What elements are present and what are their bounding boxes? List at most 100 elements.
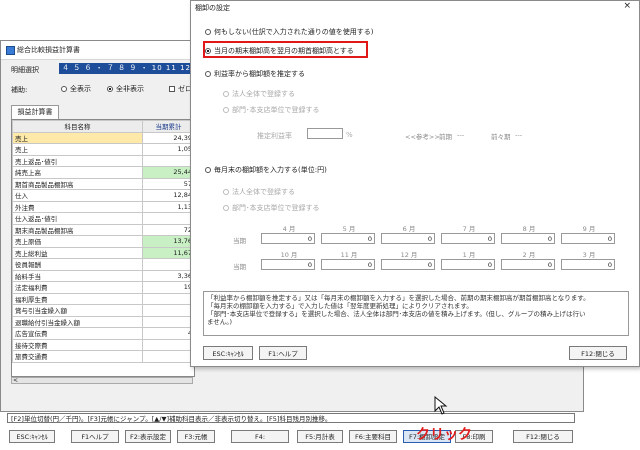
amount-cell[interactable]: 3,36 <box>142 269 194 282</box>
account-name-cell[interactable]: 賞与引当金繰入額 <box>12 304 143 317</box>
table-row[interactable]: 接待交際費 <box>12 338 194 351</box>
option-rate-radio[interactable]: 利益率から棚卸額を推定する <box>205 69 305 79</box>
month-value-input[interactable]: 0 <box>321 259 375 270</box>
account-name-cell[interactable]: 福利厚生費 <box>12 292 143 305</box>
month-value-input[interactable]: 0 <box>321 233 375 244</box>
dialog-esc-button[interactable]: ESC:ｷｬﾝｾﾙ <box>203 346 253 360</box>
account-name-cell[interactable]: 純売上高 <box>12 166 143 179</box>
month-value-input[interactable]: 0 <box>381 233 435 244</box>
amount-cell[interactable]: 19 <box>142 281 194 294</box>
account-name-cell[interactable]: 給料手当 <box>12 269 143 282</box>
amount-cell[interactable]: 4 <box>142 327 194 340</box>
rate-corp-radio[interactable]: 法人全体で登録する <box>223 89 295 99</box>
amount-cell[interactable] <box>142 258 194 271</box>
f5-monthly-button[interactable]: F5:月計表 <box>297 430 343 443</box>
amount-cell[interactable] <box>142 350 194 363</box>
column-header-account[interactable]: 科目名称 <box>12 120 143 133</box>
table-row[interactable]: 売上返品･値引 <box>12 154 194 167</box>
account-name-cell[interactable]: 接待交際費 <box>12 338 143 351</box>
amount-cell[interactable] <box>142 292 194 305</box>
amount-cell[interactable] <box>142 315 194 328</box>
table-row[interactable]: 期首商品製品棚卸高 57 <box>12 177 194 190</box>
table-row[interactable]: 給料手当 3,36 <box>12 269 194 282</box>
month-value-input[interactable]: 0 <box>381 259 435 270</box>
table-row[interactable]: 旅費交通費 <box>12 350 194 363</box>
account-name-cell[interactable]: 法定福利費 <box>12 281 143 294</box>
amount-cell[interactable]: 12,84 <box>142 189 194 202</box>
dialog-close-button[interactable]: F12:閉じる <box>569 346 627 360</box>
table-row[interactable]: 売上 24,39 <box>12 131 194 144</box>
scroll-left-icon[interactable]: < <box>13 377 18 384</box>
period-selector[interactable]: ４ ５ ６ ・ ７ ８ ９ ・ 10 11 12 ・ 1 <box>59 63 194 74</box>
table-row[interactable]: 外注費 1,13 <box>12 200 194 213</box>
table-row[interactable]: 法定福利費 19 <box>12 281 194 294</box>
account-name-cell[interactable]: 売上原価 <box>12 235 143 248</box>
table-row[interactable]: 売上総利益 11,67 <box>12 246 194 259</box>
table-row[interactable]: 退職給付引当金繰入額 <box>12 315 194 328</box>
account-name-cell[interactable]: 売上総利益 <box>12 246 143 259</box>
account-name-cell[interactable]: 仕入返品･値引 <box>12 212 143 225</box>
monthly-branch-radio[interactable]: 部門･本支店単位で登録する <box>223 203 320 213</box>
monthly-corp-radio[interactable]: 法人全体で登録する <box>223 187 295 197</box>
zero-checkbox[interactable]: ゼロ <box>169 84 192 94</box>
option-none-radio[interactable]: 何もしない(仕訳で入力された通りの値を使用する) <box>205 27 373 37</box>
option-prev-month-radio[interactable]: 当月の期末棚卸高を翌月の期首棚卸高とする <box>205 46 354 56</box>
amount-cell[interactable] <box>142 212 194 225</box>
table-row[interactable]: 期末商品製品棚卸高 72 <box>12 223 194 236</box>
tab-profit-loss[interactable]: 損益計算書 <box>11 105 59 119</box>
f1-help-button[interactable]: F1ヘルプ <box>71 430 119 443</box>
month-value-input[interactable]: 0 <box>441 259 495 270</box>
account-name-cell[interactable]: 旅費交通費 <box>12 350 143 363</box>
table-row[interactable]: 役員報酬 <box>12 258 194 271</box>
account-name-cell[interactable]: 売上 <box>12 143 143 156</box>
show-all-radio[interactable]: 全表示 <box>61 84 91 94</box>
amount-cell[interactable]: 72 <box>142 223 194 236</box>
table-row[interactable]: 賞与引当金繰入額 <box>12 304 194 317</box>
f2-display-settings-button[interactable]: F2:表示設定 <box>125 430 171 443</box>
amount-cell[interactable] <box>142 338 194 351</box>
month-value-input[interactable]: 0 <box>261 233 315 244</box>
month-value-input[interactable]: 0 <box>501 233 555 244</box>
amount-cell[interactable]: 1,13 <box>142 200 194 213</box>
f6-main-accounts-button[interactable]: F6:主要科目 <box>349 430 397 443</box>
column-header-current[interactable]: 当期累計 <box>142 120 194 133</box>
amount-cell[interactable]: 1,05 <box>142 143 194 156</box>
amount-cell[interactable]: 57 <box>142 177 194 190</box>
table-row[interactable]: 売上原価 13,76 <box>12 235 194 248</box>
account-name-cell[interactable]: 役員報酬 <box>12 258 143 271</box>
table-row[interactable]: 福利厚生費 <box>12 292 194 305</box>
table-row[interactable]: 広告宣伝費4 <box>12 327 194 340</box>
table-row[interactable]: 仕入 12,84 <box>12 189 194 202</box>
month-value-input[interactable]: 0 <box>561 259 615 270</box>
rate-input[interactable] <box>307 128 343 139</box>
f4-button[interactable]: F4: <box>231 430 289 443</box>
table-row[interactable]: 純売上高 25,44 <box>12 166 194 179</box>
account-name-cell[interactable]: 売上返品･値引 <box>12 154 143 167</box>
month-value-input[interactable]: 0 <box>261 259 315 270</box>
amount-cell[interactable]: 13,76 <box>142 235 194 248</box>
month-value-input[interactable]: 0 <box>501 259 555 270</box>
month-value-input[interactable]: 0 <box>561 233 615 244</box>
account-name-cell[interactable]: 退職給付引当金繰入額 <box>12 315 143 328</box>
account-name-cell[interactable]: 広告宣伝費 <box>12 327 143 340</box>
account-name-cell[interactable]: 期末商品製品棚卸高 <box>12 223 143 236</box>
f12-close-button[interactable]: F12:閉じる <box>513 430 573 443</box>
account-name-cell[interactable]: 仕入 <box>12 189 143 202</box>
amount-cell[interactable] <box>142 304 194 317</box>
amount-cell[interactable]: 25,44 <box>142 166 194 179</box>
account-name-cell[interactable]: 外注費 <box>12 200 143 213</box>
month-value-input[interactable]: 0 <box>441 233 495 244</box>
amount-cell[interactable] <box>142 154 194 167</box>
close-icon[interactable]: × <box>623 1 631 11</box>
amount-cell[interactable]: 11,67 <box>142 246 194 259</box>
rate-branch-radio[interactable]: 部門･本支店単位で登録する <box>223 105 320 115</box>
hide-all-radio[interactable]: 全非表示 <box>107 84 144 94</box>
table-row[interactable]: 売上 1,05 <box>12 143 194 156</box>
account-name-cell[interactable]: 売上 <box>12 131 143 144</box>
dialog-help-button[interactable]: F1:ヘルプ <box>259 346 307 360</box>
f3-ledger-button[interactable]: F3:元帳 <box>177 430 215 443</box>
table-row[interactable]: 仕入返品･値引 <box>12 212 194 225</box>
option-monthly-radio[interactable]: 毎月末の棚卸額を入力する(単位:円) <box>205 165 327 175</box>
account-name-cell[interactable]: 期首商品製品棚卸高 <box>12 177 143 190</box>
esc-cancel-button[interactable]: ESC:ｷｬﾝｾﾙ <box>9 430 55 443</box>
